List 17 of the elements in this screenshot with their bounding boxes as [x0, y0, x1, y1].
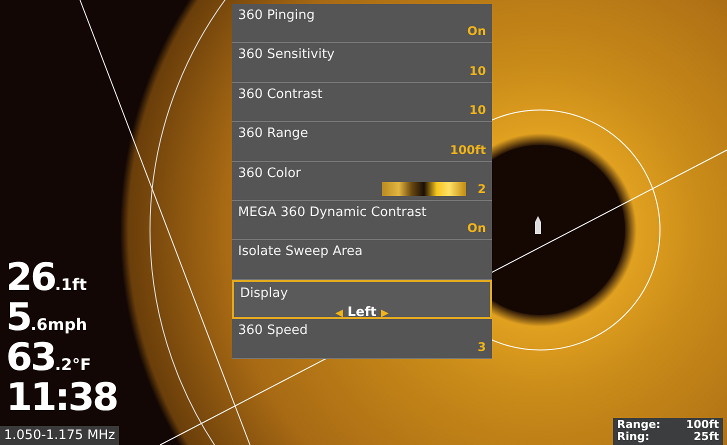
menu-item[interactable]: 360 Color 2	[232, 162, 492, 201]
menu-item[interactable]: 360 Speed 3	[232, 319, 492, 359]
depth-readout: 26.1ft	[6, 258, 87, 296]
menu-item[interactable]: 360 Sensitivity 10	[232, 43, 492, 83]
range-value: 100ft	[686, 418, 719, 432]
time-readout: 11:38	[6, 378, 117, 416]
range-value: 25ft	[694, 431, 719, 444]
menu-item[interactable]: Display ◀ Left ▶	[232, 280, 492, 320]
menu-item[interactable]: 360 Range 100ft	[232, 122, 492, 162]
speed-readout: 5.6mph	[6, 298, 88, 336]
range-label: Range:	[617, 418, 660, 432]
frequency-label: 1.050-1.175 MHz	[0, 426, 120, 445]
range-label: Ring:	[617, 431, 650, 444]
temperature-readout: 63.2°F	[6, 338, 92, 376]
menu-item[interactable]: 360 Pinging On	[232, 4, 492, 44]
menu-item[interactable]: MEGA 360 Dynamic Contrast On	[232, 200, 492, 240]
menu-item[interactable]: 360 Contrast 10	[232, 82, 492, 122]
